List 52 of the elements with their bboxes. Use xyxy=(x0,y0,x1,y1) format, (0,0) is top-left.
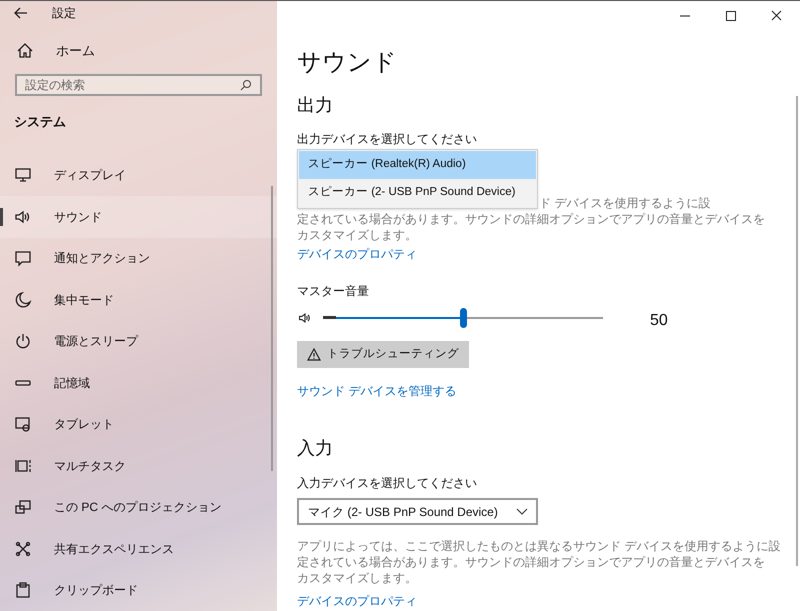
home-item[interactable]: ホーム xyxy=(0,40,277,62)
nav-item[interactable]: 記憶域 xyxy=(0,362,277,404)
manage-devices-link[interactable]: サウンド デバイスを管理する xyxy=(297,382,456,400)
volume-slider[interactable] xyxy=(323,306,603,330)
description-text: ド デバイスを使用するように設 xyxy=(539,195,710,211)
search-field[interactable]: 設定の検索 xyxy=(15,74,262,96)
nav-item[interactable]: ディスプレイ xyxy=(0,154,277,196)
section-heading: 入力 xyxy=(297,437,333,460)
field-label: マスター音量 xyxy=(297,283,369,300)
nodes-icon xyxy=(14,540,32,558)
screens-icon xyxy=(14,498,32,516)
troubleshoot-button[interactable]: トラブルシューティング xyxy=(297,341,469,368)
window-title: 設定 xyxy=(52,4,76,22)
page-title: サウンド xyxy=(297,48,397,78)
power-icon xyxy=(14,332,32,350)
input-device-select[interactable]: マイク (2- USB PnP Sound Device) xyxy=(297,498,538,525)
description-text: カスタマイズします。 xyxy=(297,227,417,243)
clipboard-icon xyxy=(14,581,32,600)
nav-item[interactable]: マルチタスク xyxy=(0,445,277,486)
monitor-icon xyxy=(14,166,32,184)
nav-item[interactable]: 共有エクスペリエンス xyxy=(0,528,277,570)
search-input[interactable]: 設定の検索 xyxy=(25,76,240,94)
nav-item[interactable]: 通知とアクション xyxy=(0,238,277,279)
description-text: カスタマイズします。 xyxy=(297,570,417,586)
description-text: 定されている場合があります。サウンドの詳細オプションでアプリの音量とデバイスを xyxy=(297,554,765,570)
description-text: 定されている場合があります。サウンドの詳細オプションでアプリの音量とデバイスを xyxy=(297,211,765,227)
nav-item[interactable]: 集中モード xyxy=(0,279,277,320)
nav-item[interactable]: 電源とスリープ xyxy=(0,320,277,362)
volume-reading: 50 xyxy=(650,311,668,331)
back-arrow-icon[interactable] xyxy=(14,6,28,19)
drive-icon xyxy=(15,380,31,386)
moon-icon xyxy=(14,290,32,309)
slider-thumb[interactable] xyxy=(460,308,467,328)
section-title: システム xyxy=(13,113,66,131)
tablet-icon xyxy=(14,415,32,434)
warning-icon xyxy=(307,348,321,361)
nav-item[interactable]: サウンド xyxy=(0,196,277,238)
description-text: アプリによっては、ここで選択したものとは異なるサウンド デバイスを使用するように設 xyxy=(297,538,780,554)
search-icon xyxy=(240,79,252,91)
speech-bubble-icon xyxy=(14,249,32,268)
nav-item[interactable]: クリップボード xyxy=(0,570,277,611)
field-label: 出力デバイスを選択してください xyxy=(297,131,477,147)
nav-item[interactable]: この PC へのプロジェクション xyxy=(0,486,277,528)
field-label: 入力デバイスを選択してください xyxy=(297,475,477,492)
device-properties-link[interactable]: デバイスのプロパティ xyxy=(297,592,417,610)
nav-item[interactable]: タブレット xyxy=(0,404,277,445)
chevron-down-icon xyxy=(516,508,528,516)
home-icon xyxy=(16,42,34,60)
device-properties-link[interactable]: デバイスのプロパティ xyxy=(297,245,417,263)
dropdown-option[interactable]: スピーカー (Realtek(R) Audio) xyxy=(299,151,536,179)
section-heading: 出力 xyxy=(297,94,333,117)
speaker-icon xyxy=(297,311,313,325)
